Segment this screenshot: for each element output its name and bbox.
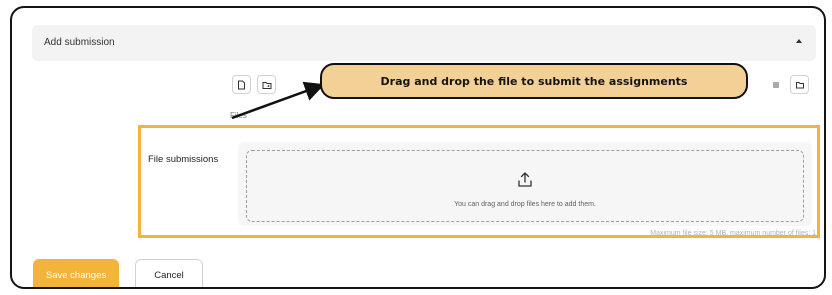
cancel-button[interactable]: Cancel (135, 259, 203, 287)
instruction-callout: Drag and drop the file to submit the ass… (320, 63, 748, 99)
folder-view-icon (795, 81, 804, 88)
add-file-icon (238, 80, 245, 89)
list-view-icon (772, 82, 779, 87)
list-view-button[interactable] (766, 75, 785, 94)
file-submissions-label: File submissions (148, 154, 219, 165)
callout-text: Drag and drop the file to submit the ass… (380, 74, 688, 88)
assignment-submission-panel: Add submission Files File submissions Yo… (10, 6, 826, 289)
collapse-icon[interactable] (796, 39, 802, 43)
dropzone-container: You can drag and drop files here to add … (238, 142, 812, 226)
create-folder-icon (262, 81, 271, 89)
section-title: Add submission (44, 37, 115, 48)
add-file-button[interactable] (232, 75, 251, 94)
save-changes-button[interactable]: Save changes (33, 259, 119, 287)
create-folder-button[interactable] (257, 75, 276, 94)
max-file-note: Maximum file size: 5 MB, maximum number … (650, 230, 816, 237)
drop-hint-text: You can drag and drop files here to add … (454, 201, 596, 208)
files-label: Files (230, 111, 247, 120)
folder-view-button[interactable] (790, 75, 809, 94)
add-submission-section-header[interactable]: Add submission (32, 25, 816, 61)
file-dropzone[interactable]: You can drag and drop files here to add … (246, 150, 804, 222)
upload-icon (518, 172, 532, 187)
